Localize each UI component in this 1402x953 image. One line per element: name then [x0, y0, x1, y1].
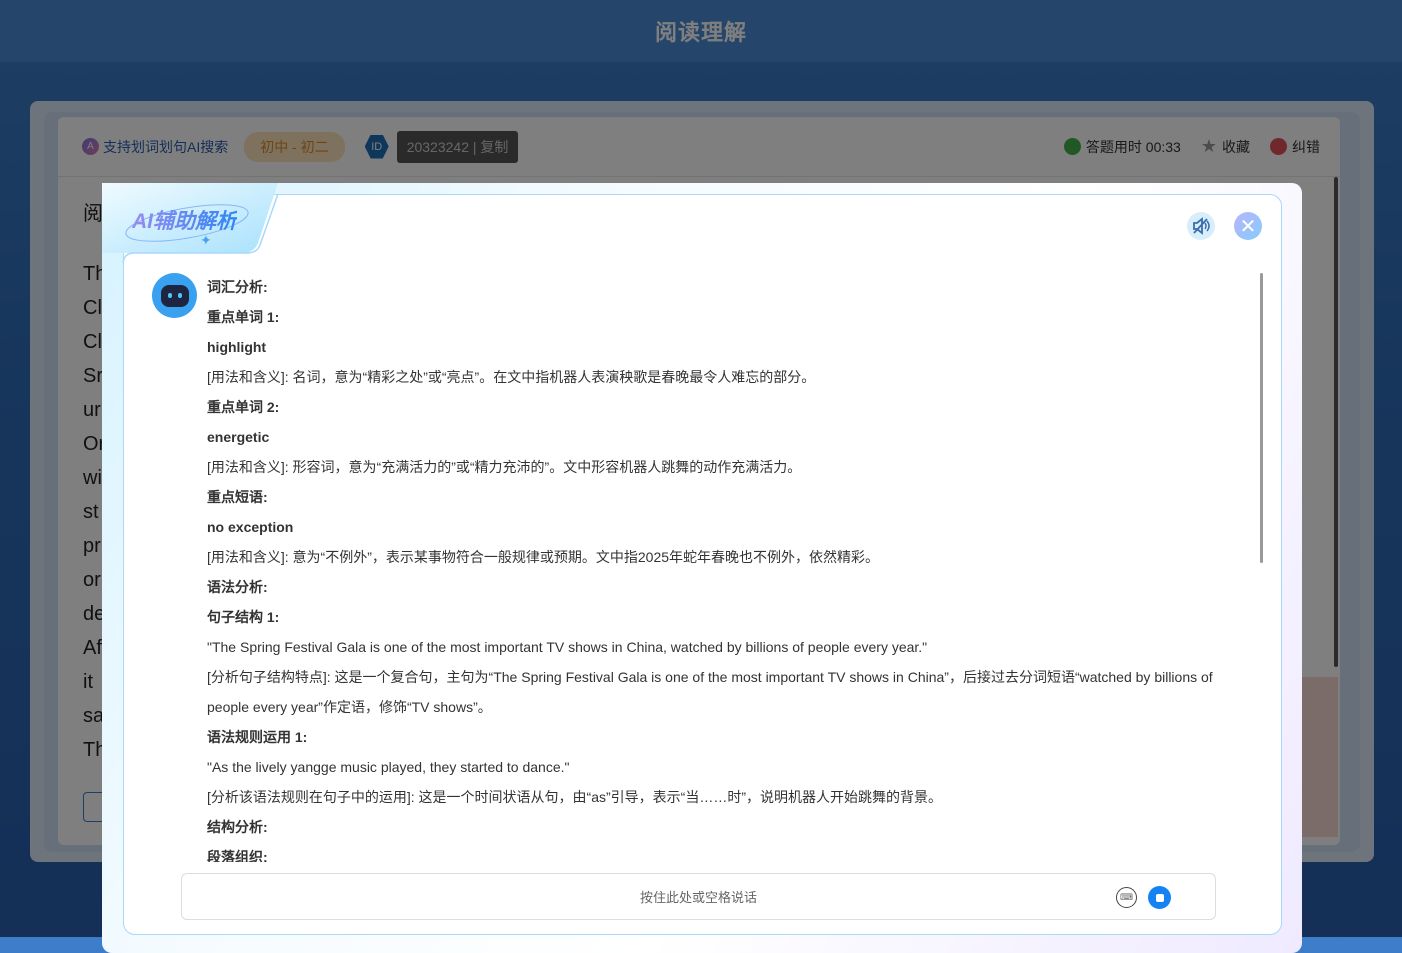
analysis-line: "The Spring Festival Gala is one of the … [207, 639, 928, 655]
analysis-line: "As the lively yangge music played, they… [207, 759, 570, 775]
analysis-line: energetic [207, 429, 270, 445]
robot-avatar [152, 273, 197, 318]
keyboard-icon[interactable]: ⌨ [1116, 887, 1137, 908]
analysis-line: 重点单词 2: [207, 399, 280, 415]
mute-button[interactable] [1187, 212, 1215, 240]
analysis-line: [分析该语法规则在句子中的运用]: 这是一个时间状语从句，由“as”引导，表示“… [207, 789, 942, 805]
analysis-line: [用法和含义]: 形容词，意为“充满活力的”或“精力充沛的”。文中形容机器人跳舞… [207, 459, 802, 475]
voice-input-button[interactable]: 按住此处或空格说话 ⌨ [181, 873, 1216, 920]
analysis-line: 语法分析: [207, 579, 268, 595]
analysis-line: [用法和含义]: 名词，意为“精彩之处”或“亮点”。在文中指机器人表演秧歌是春晚… [207, 369, 816, 385]
robot-face-icon [160, 284, 189, 307]
close-button[interactable]: ✕ [1234, 212, 1262, 240]
close-icon: ✕ [1239, 215, 1257, 238]
analysis-line: [分析句子结构特点]: 这是一个复合句，主句为“The Spring Festi… [207, 669, 1213, 715]
analysis-line: 段落组织: [207, 849, 268, 862]
analysis-content: 词汇分析: 重点单词 1: highlight [用法和含义]: 名词，意为“精彩之处… [207, 272, 1237, 862]
voice-input-placeholder: 按住此处或空格说话 [639, 890, 757, 905]
analysis-line: no exception [207, 519, 294, 535]
analysis-line: highlight [207, 339, 267, 355]
analysis-line: 语法规则运用 1: [207, 729, 308, 745]
ai-analysis-modal: ✦ AI辅助解析 ✕ 词汇分析: 重点单词 1: highlight [用法和含义]:… [102, 183, 1302, 953]
analysis-line: 词汇分析: [207, 279, 268, 295]
modal-title: AI辅助解析 [132, 205, 237, 235]
analysis-line: 重点单词 1: [207, 309, 280, 325]
stop-icon [1155, 893, 1164, 902]
analysis-line: 句子结构 1: [207, 609, 280, 625]
content-scrollbar[interactable] [1260, 273, 1263, 563]
analysis-line: 结构分析: [207, 819, 268, 835]
stop-button[interactable] [1148, 886, 1171, 909]
analysis-line: 重点短语: [207, 489, 268, 505]
speaker-muted-icon [1193, 217, 1210, 235]
analysis-line: [用法和含义]: 意为“不例外”，表示某事物符合一般规律或预期。文中指2025年… [207, 549, 880, 565]
